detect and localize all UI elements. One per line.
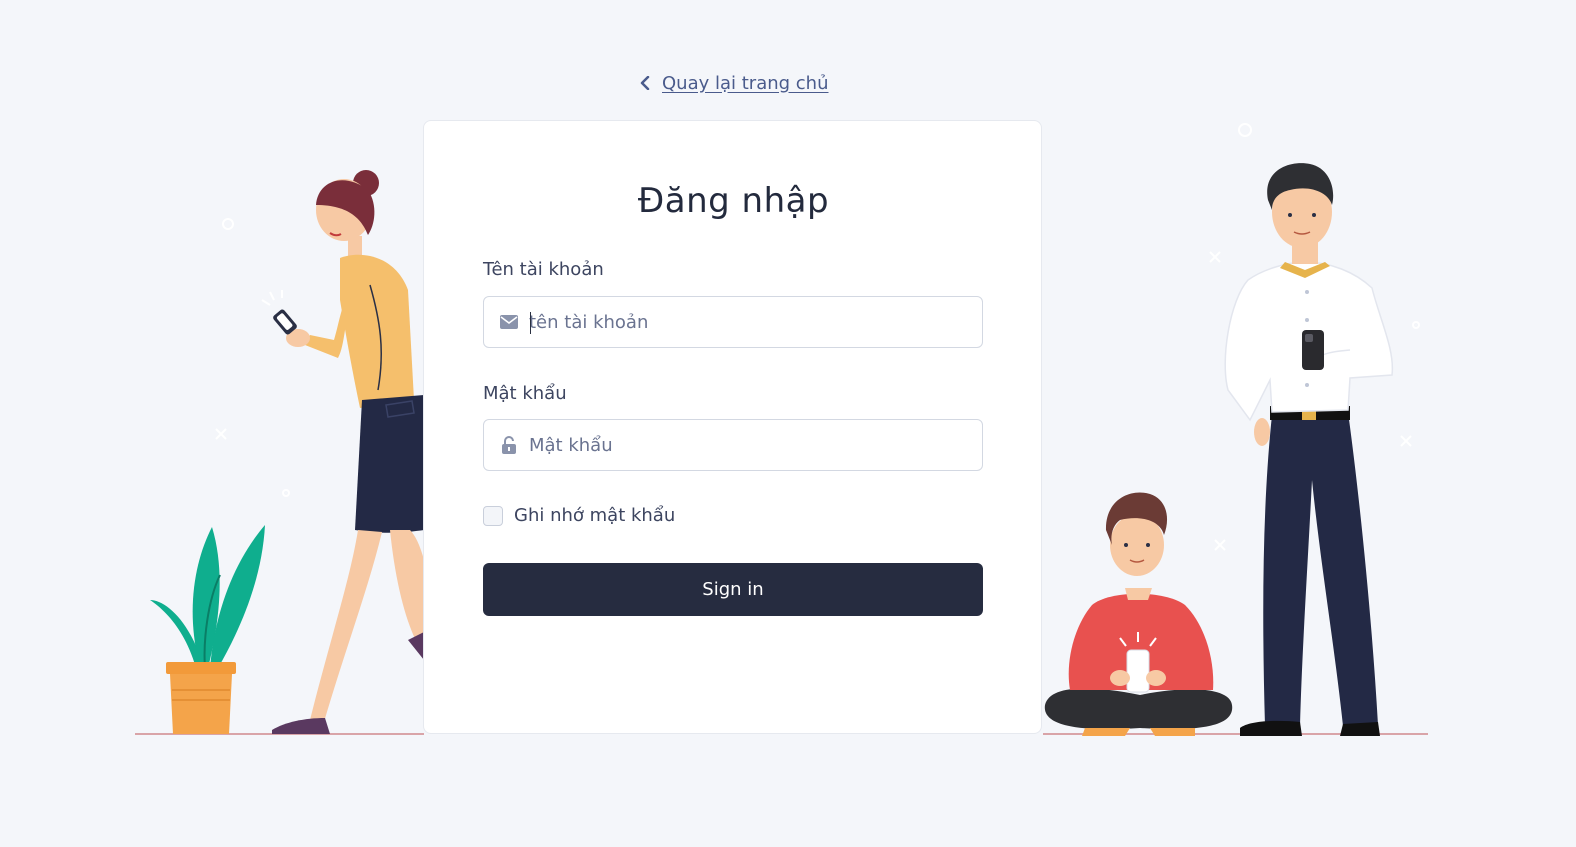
back-to-home-label: Quay lại trang chủ: [662, 72, 829, 94]
login-card: Đăng nhập Tên tài khoản Mật khẩu: [423, 120, 1042, 734]
password-label: Mật khẩu: [483, 383, 567, 404]
boy-sitting-illustration: [1044, 492, 1233, 736]
envelope-icon: [499, 312, 519, 332]
login-page: Quay lại trang chủ Đăng nhập Tên tài kho…: [0, 0, 1576, 847]
remember-password-checkbox[interactable]: [483, 505, 503, 526]
woman-with-phone-illustration: [261, 170, 424, 734]
text-caret: [530, 312, 531, 334]
page-title: Đăng nhập: [637, 181, 830, 221]
username-label: Tên tài khoản: [483, 259, 604, 280]
chevron-left-icon: [640, 70, 654, 96]
password-field[interactable]: [483, 419, 983, 471]
remember-password-option[interactable]: Ghi nhớ mật khẩu: [483, 505, 675, 526]
back-to-home-link[interactable]: Quay lại trang chủ: [640, 70, 829, 96]
sign-in-button[interactable]: Sign in: [483, 563, 983, 616]
unlock-icon: [499, 435, 519, 455]
man-standing-illustration: [1224, 163, 1394, 736]
password-input[interactable]: [529, 425, 949, 465]
remember-password-label: Ghi nhớ mật khẩu: [514, 505, 676, 526]
username-input[interactable]: [529, 302, 949, 342]
plant-illustration: [150, 525, 265, 734]
username-field[interactable]: [483, 296, 983, 348]
